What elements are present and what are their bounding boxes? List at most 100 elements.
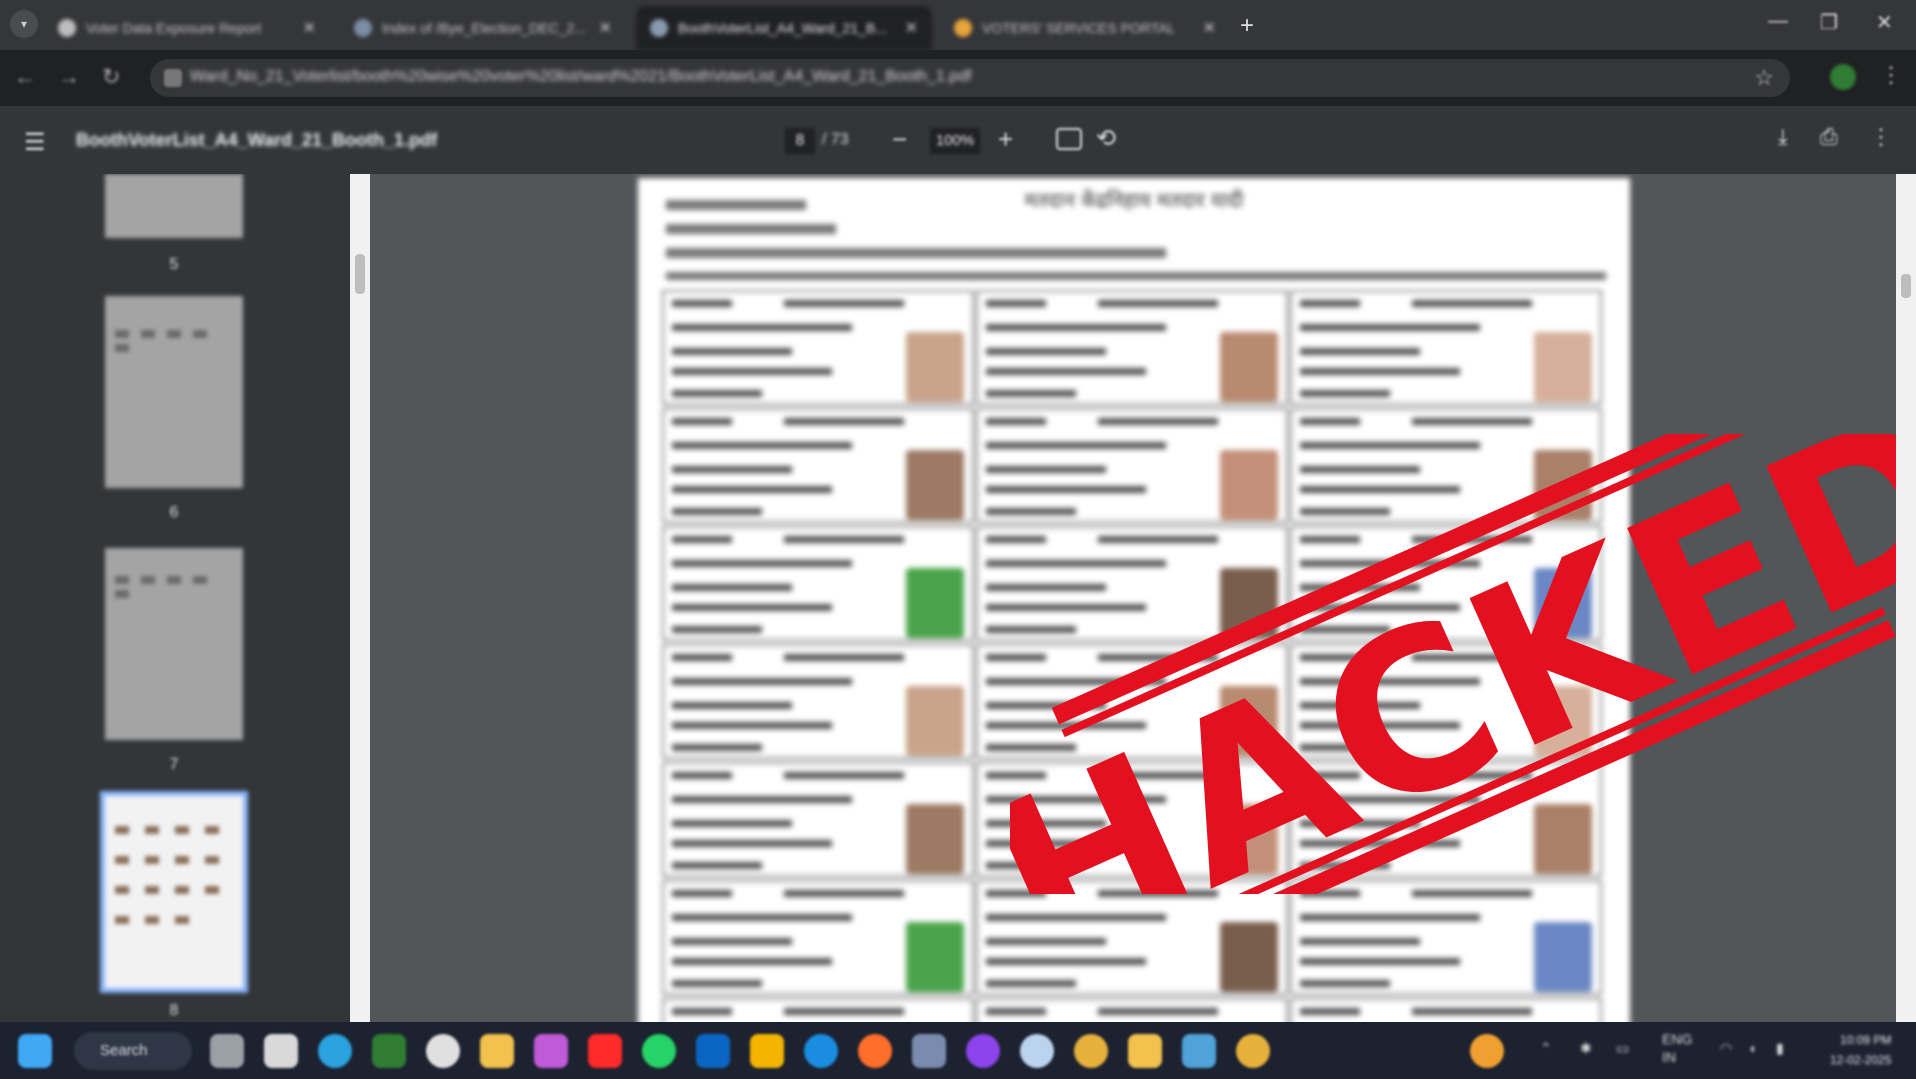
viewer-scrollbar-thumb[interactable] bbox=[1901, 274, 1911, 298]
tor-icon[interactable] bbox=[912, 1034, 946, 1068]
pdf-more-options-icon[interactable]: ⋮ bbox=[1870, 124, 1892, 150]
app-blue-icon[interactable] bbox=[1182, 1034, 1216, 1068]
tab-close-icon[interactable]: ✕ bbox=[303, 18, 316, 38]
telegram-icon[interactable] bbox=[318, 1034, 352, 1068]
bluetooth-icon[interactable]: ✱ bbox=[1580, 1040, 1592, 1057]
widgets-icon[interactable] bbox=[264, 1034, 298, 1068]
display-icon[interactable]: ▭ bbox=[1616, 1040, 1629, 1057]
minimize-button[interactable]: — bbox=[1768, 10, 1788, 33]
tab-search-icon[interactable]: ▾ bbox=[10, 10, 38, 38]
voter-card-text bbox=[784, 418, 904, 425]
youtube-icon[interactable] bbox=[588, 1034, 622, 1068]
app-light-icon[interactable] bbox=[1020, 1034, 1054, 1068]
new-tab-button[interactable]: + bbox=[1240, 12, 1254, 40]
close-window-button[interactable]: ✕ bbox=[1876, 10, 1893, 35]
forward-arrow-icon[interactable]: → bbox=[58, 64, 80, 90]
browser-toolbar: ← → ↻ Ward_No_21_Voterlist/booth%20wise%… bbox=[0, 50, 1916, 106]
wifi-icon[interactable]: ◠ bbox=[1720, 1040, 1732, 1057]
start-menu-icon[interactable] bbox=[18, 1034, 52, 1068]
voter-card bbox=[976, 290, 1288, 405]
voter-card bbox=[662, 880, 974, 995]
region-label: IN bbox=[1662, 1049, 1676, 1065]
voter-card bbox=[662, 762, 974, 877]
voter-card-text bbox=[784, 1008, 904, 1015]
thumbnail-content bbox=[115, 916, 129, 924]
sidebar-scrollbar[interactable] bbox=[350, 174, 370, 1022]
tab-booth-voter-list-pdf[interactable]: BoothVoterList_A4_Ward_21_B... ✕ bbox=[636, 6, 932, 50]
folder-icon[interactable] bbox=[1128, 1034, 1162, 1068]
address-bar[interactable]: Ward_No_21_Voterlist/booth%20wise%20vote… bbox=[150, 59, 1790, 97]
tab-favicon-icon bbox=[58, 19, 76, 37]
zoom-out-button[interactable]: − bbox=[892, 124, 907, 155]
battery-icon[interactable]: ▮ bbox=[1776, 1040, 1784, 1057]
zoom-in-button[interactable]: + bbox=[998, 124, 1013, 155]
site-info-icon[interactable] bbox=[164, 69, 182, 87]
fit-to-page-icon[interactable] bbox=[1056, 128, 1082, 150]
volume-icon[interactable]: ◖ bbox=[1748, 1040, 1756, 1056]
chrome-icon[interactable] bbox=[1074, 1034, 1108, 1068]
thumbnail-content bbox=[145, 916, 159, 924]
voter-card-text bbox=[672, 702, 792, 709]
back-arrow-icon[interactable]: ← bbox=[14, 64, 36, 90]
rotate-icon[interactable]: ⟲ bbox=[1096, 124, 1116, 153]
clock-date: 12-02-2025 bbox=[1830, 1053, 1892, 1067]
voter-card-text bbox=[672, 324, 852, 331]
file-explorer-icon[interactable] bbox=[480, 1034, 514, 1068]
task-view-icon[interactable] bbox=[210, 1034, 244, 1068]
taskbar-search[interactable]: Search bbox=[74, 1032, 192, 1070]
voter-photo bbox=[1534, 922, 1592, 992]
tab-close-icon[interactable]: ✕ bbox=[1203, 18, 1216, 38]
tab-close-icon[interactable]: ✕ bbox=[599, 18, 612, 38]
app-green-icon[interactable] bbox=[372, 1034, 406, 1068]
page-thumbnail-8[interactable] bbox=[100, 791, 248, 993]
edge-icon[interactable] bbox=[804, 1034, 838, 1068]
tab-close-icon[interactable]: ✕ bbox=[905, 18, 918, 38]
browser-menu-icon[interactable]: ⋮ bbox=[1880, 62, 1902, 88]
tab-index-bye-election[interactable]: Index of /Bye_Election_DEC_2... ✕ bbox=[340, 6, 626, 50]
tab-voters-services-portal[interactable]: VOTERS' SERVICES PORTAL ✕ bbox=[940, 6, 1230, 50]
page-thumbnail-label: 8 bbox=[169, 1002, 179, 1019]
notification-app-icon[interactable] bbox=[1470, 1034, 1504, 1068]
pdf-filename: BoothVoterList_A4_Ward_21_Booth_1.pdf bbox=[76, 130, 438, 150]
page-number-input[interactable]: 8 bbox=[785, 128, 815, 154]
app-purple-icon[interactable] bbox=[966, 1034, 1000, 1068]
thumbnail-content bbox=[175, 916, 189, 924]
linkedin-icon[interactable] bbox=[696, 1034, 730, 1068]
bookmark-star-icon[interactable]: ☆ bbox=[1754, 65, 1774, 91]
sidebar-scrollbar-thumb[interactable] bbox=[355, 254, 365, 294]
address-url[interactable]: Ward_No_21_Voterlist/booth%20wise%20vote… bbox=[190, 68, 1750, 86]
print-icon[interactable]: ⎙ bbox=[1820, 124, 1838, 150]
page-thumbnail-7[interactable] bbox=[105, 548, 243, 740]
page-thumbnail-5[interactable] bbox=[105, 174, 243, 238]
copilot-icon[interactable] bbox=[534, 1034, 568, 1068]
github-icon[interactable] bbox=[426, 1034, 460, 1068]
firefox-icon[interactable] bbox=[858, 1034, 892, 1068]
notes-icon[interactable] bbox=[750, 1034, 784, 1068]
voter-card-text bbox=[672, 604, 832, 611]
voter-card-text bbox=[1300, 958, 1460, 965]
whatsapp-icon[interactable] bbox=[642, 1034, 676, 1068]
show-hidden-icons[interactable]: ⌃ bbox=[1540, 1040, 1552, 1057]
zoom-level-input[interactable]: 100% bbox=[930, 128, 980, 154]
voter-card-text bbox=[986, 914, 1166, 921]
viewer-scrollbar[interactable] bbox=[1896, 174, 1916, 1022]
voter-card-text bbox=[672, 980, 762, 987]
extension-icon[interactable] bbox=[1830, 64, 1856, 90]
chrome-alt-icon[interactable] bbox=[1236, 1034, 1270, 1068]
voter-card-text bbox=[1412, 300, 1532, 307]
sidebar-toggle-icon[interactable]: ☰ bbox=[24, 128, 46, 157]
voter-card bbox=[662, 998, 974, 1022]
restore-button[interactable]: ❐ bbox=[1820, 10, 1838, 35]
voter-card bbox=[1290, 290, 1602, 405]
tab-voter-data-exposure-report[interactable]: Voter Data Exposure Report ✕ bbox=[44, 6, 330, 50]
voter-card-text bbox=[1098, 300, 1218, 307]
download-icon[interactable]: ⤓ bbox=[1778, 124, 1788, 150]
voter-card-text bbox=[672, 466, 792, 473]
page-thumbnail-6[interactable] bbox=[105, 296, 243, 488]
pdf-viewport[interactable]: मतदान केंद्रनिहाय मतदार यादी HACKED bbox=[370, 174, 1896, 1022]
thumbnail-content bbox=[167, 330, 181, 338]
reload-icon[interactable]: ↻ bbox=[102, 64, 120, 90]
voter-card-text bbox=[986, 348, 1106, 355]
taskbar-clock[interactable]: 10:09 PM 12-02-2025 bbox=[1830, 1030, 1891, 1070]
language-indicator[interactable]: ENG IN bbox=[1662, 1030, 1692, 1066]
